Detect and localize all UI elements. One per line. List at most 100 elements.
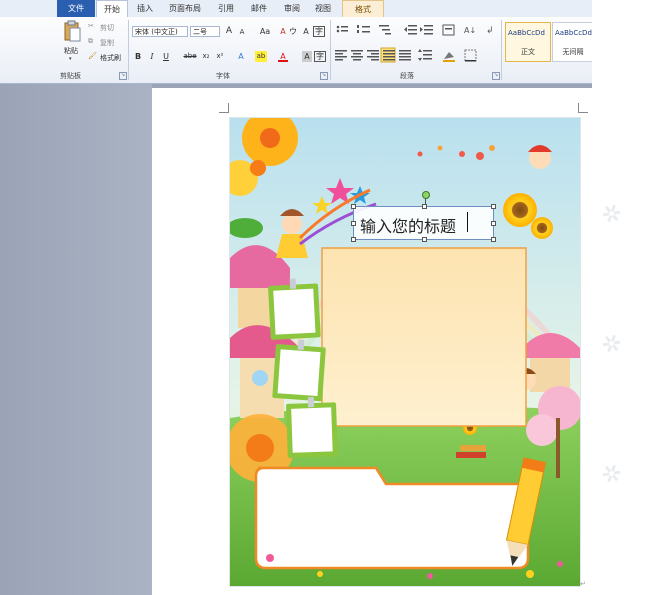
- resize-handle[interactable]: [351, 221, 356, 226]
- distribute-icon: [399, 50, 411, 61]
- text-caret: [467, 212, 468, 232]
- copy-icon: ⧉: [88, 37, 93, 45]
- poster-image[interactable]: [229, 117, 581, 587]
- paste-icon: [64, 20, 81, 42]
- group-divider: [330, 20, 331, 80]
- change-case-button[interactable]: Aa: [258, 26, 272, 37]
- watermark-logo: ✲: [595, 196, 629, 232]
- watermark-logo: ✲: [595, 456, 629, 492]
- enclose-char-button-2[interactable]: 字: [314, 51, 326, 62]
- multilevel-icon: [379, 25, 391, 35]
- style-normal-sample: AaBbCcDd: [508, 29, 545, 37]
- tab-references[interactable]: 引用: [212, 0, 240, 17]
- group-divider: [501, 20, 502, 80]
- format-painter-icon: 🖌: [88, 52, 97, 60]
- style-no-spacing[interactable]: AaBbCcDd 无间隔: [552, 22, 593, 62]
- clipboard-launcher-icon[interactable]: ↘: [119, 72, 127, 80]
- cut-label: 剪切: [100, 24, 114, 32]
- clear-format-button[interactable]: A: [278, 26, 288, 37]
- char-border-button[interactable]: A: [301, 26, 311, 37]
- resize-handle[interactable]: [491, 237, 496, 242]
- font-name-select[interactable]: 宋体 (中文正): [132, 26, 188, 37]
- shading-icon: [443, 52, 455, 62]
- shrink-font-button[interactable]: A: [237, 27, 247, 38]
- sort-icon: A↓: [464, 26, 476, 35]
- title-text[interactable]: 输入您的标题: [360, 213, 456, 237]
- cut-button[interactable]: ✂ 剪切: [88, 22, 128, 33]
- italic-button[interactable]: I: [147, 51, 157, 62]
- highlight-button[interactable]: ab: [255, 51, 267, 62]
- resize-handle[interactable]: [491, 204, 496, 209]
- paragraph-group-label: 段落: [400, 72, 414, 80]
- resize-handle[interactable]: [491, 221, 496, 226]
- copy-button[interactable]: ⧉ 复制: [88, 37, 128, 48]
- clipboard-group-label: 剪贴板: [60, 72, 81, 80]
- ribbon-tab-bar: 文件 开始 插入 页面布局 引用 邮件 审阅 视图 格式: [0, 0, 592, 18]
- font-launcher-icon[interactable]: ↘: [320, 72, 328, 80]
- font-color-button[interactable]: A: [278, 51, 288, 62]
- tab-insert[interactable]: 插入: [131, 0, 159, 17]
- rotate-handle[interactable]: [422, 191, 430, 199]
- style-normal-name: 正文: [521, 48, 535, 56]
- style-normal[interactable]: AaBbCcDd 正文: [505, 22, 551, 62]
- crop-mark: [578, 103, 588, 113]
- paragraph-mark: ↵: [580, 580, 586, 588]
- svg-text:↲: ↲: [486, 26, 494, 36]
- grow-font-button[interactable]: A: [224, 26, 234, 37]
- increase-indent-icon: [420, 25, 433, 35]
- style-no-spacing-sample: AaBbCcDd: [555, 29, 592, 37]
- show-marks-icon: ↲: [486, 26, 494, 36]
- group-divider: [128, 20, 129, 80]
- paste-label: 粘贴: [64, 47, 78, 55]
- line-spacing-icon: [418, 49, 432, 61]
- strikethrough-button[interactable]: abe: [183, 51, 197, 62]
- paragraph-launcher-icon[interactable]: ↘: [492, 72, 500, 80]
- resize-handle[interactable]: [351, 237, 356, 242]
- underline-button[interactable]: U: [161, 51, 171, 62]
- poster-artwork: [230, 118, 580, 586]
- word-window: 文件 开始 插入 页面布局 引用 邮件 审阅 视图 格式 粘贴 ▾ ✂ 剪切 ⧉…: [0, 0, 650, 595]
- cut-icon: ✂: [88, 22, 94, 30]
- right-margin-strip: ✲ ✲ ✲: [592, 0, 650, 595]
- paste-button[interactable]: 粘贴 ▾: [60, 20, 84, 66]
- paste-dropdown-icon[interactable]: ▾: [69, 56, 72, 62]
- text-effect-button[interactable]: A: [236, 51, 246, 62]
- subscript-button[interactable]: x₂: [200, 51, 212, 62]
- bold-button[interactable]: B: [133, 51, 143, 62]
- title-textbox[interactable]: 输入您的标题: [351, 191, 496, 242]
- border-icon: [464, 49, 477, 62]
- tab-file[interactable]: 文件: [57, 0, 95, 17]
- numbering-icon: [357, 25, 370, 33]
- align-left-icon: [335, 50, 347, 61]
- tab-view[interactable]: 视图: [309, 0, 337, 17]
- ribbon: 粘贴 ▾ ✂ 剪切 ⧉ 复制 🖌 格式刷 剪贴板 ↘ 宋体 (中文正) 二号 A…: [0, 17, 593, 84]
- tab-mailings[interactable]: 邮件: [245, 0, 273, 17]
- watermark-logo: ✲: [595, 326, 629, 362]
- tab-page-layout[interactable]: 页面布局: [165, 0, 205, 17]
- align-right-icon: [367, 50, 379, 61]
- superscript-button[interactable]: x²: [214, 51, 226, 62]
- style-no-spacing-name: 无间隔: [562, 48, 584, 56]
- font-group-label: 字体: [216, 72, 230, 80]
- format-painter-button[interactable]: 🖌 格式刷: [88, 52, 128, 63]
- tab-home[interactable]: 开始: [96, 0, 128, 18]
- format-painter-label: 格式刷: [100, 54, 121, 62]
- resize-handle[interactable]: [422, 237, 427, 242]
- resize-handle[interactable]: [351, 204, 356, 209]
- char-shading-button[interactable]: A: [302, 51, 312, 62]
- crop-mark: [219, 103, 229, 113]
- chinese-layout-icon: [442, 24, 455, 36]
- resize-handle[interactable]: [422, 204, 427, 209]
- enclose-char-button[interactable]: 字: [313, 26, 325, 37]
- decrease-indent-icon: [404, 25, 417, 35]
- tab-review[interactable]: 审阅: [278, 0, 306, 17]
- copy-label: 复制: [100, 39, 114, 47]
- paragraph-tools: A↓ ↲: [335, 24, 494, 63]
- svg-text:A↓: A↓: [464, 26, 476, 35]
- align-center-icon: [351, 50, 363, 61]
- bullets-icon: [336, 25, 348, 33]
- phonetic-guide-button[interactable]: ウ: [288, 26, 298, 37]
- font-size-select[interactable]: 二号: [190, 26, 220, 37]
- tab-format[interactable]: 格式: [342, 0, 384, 18]
- left-gutter: [0, 84, 152, 595]
